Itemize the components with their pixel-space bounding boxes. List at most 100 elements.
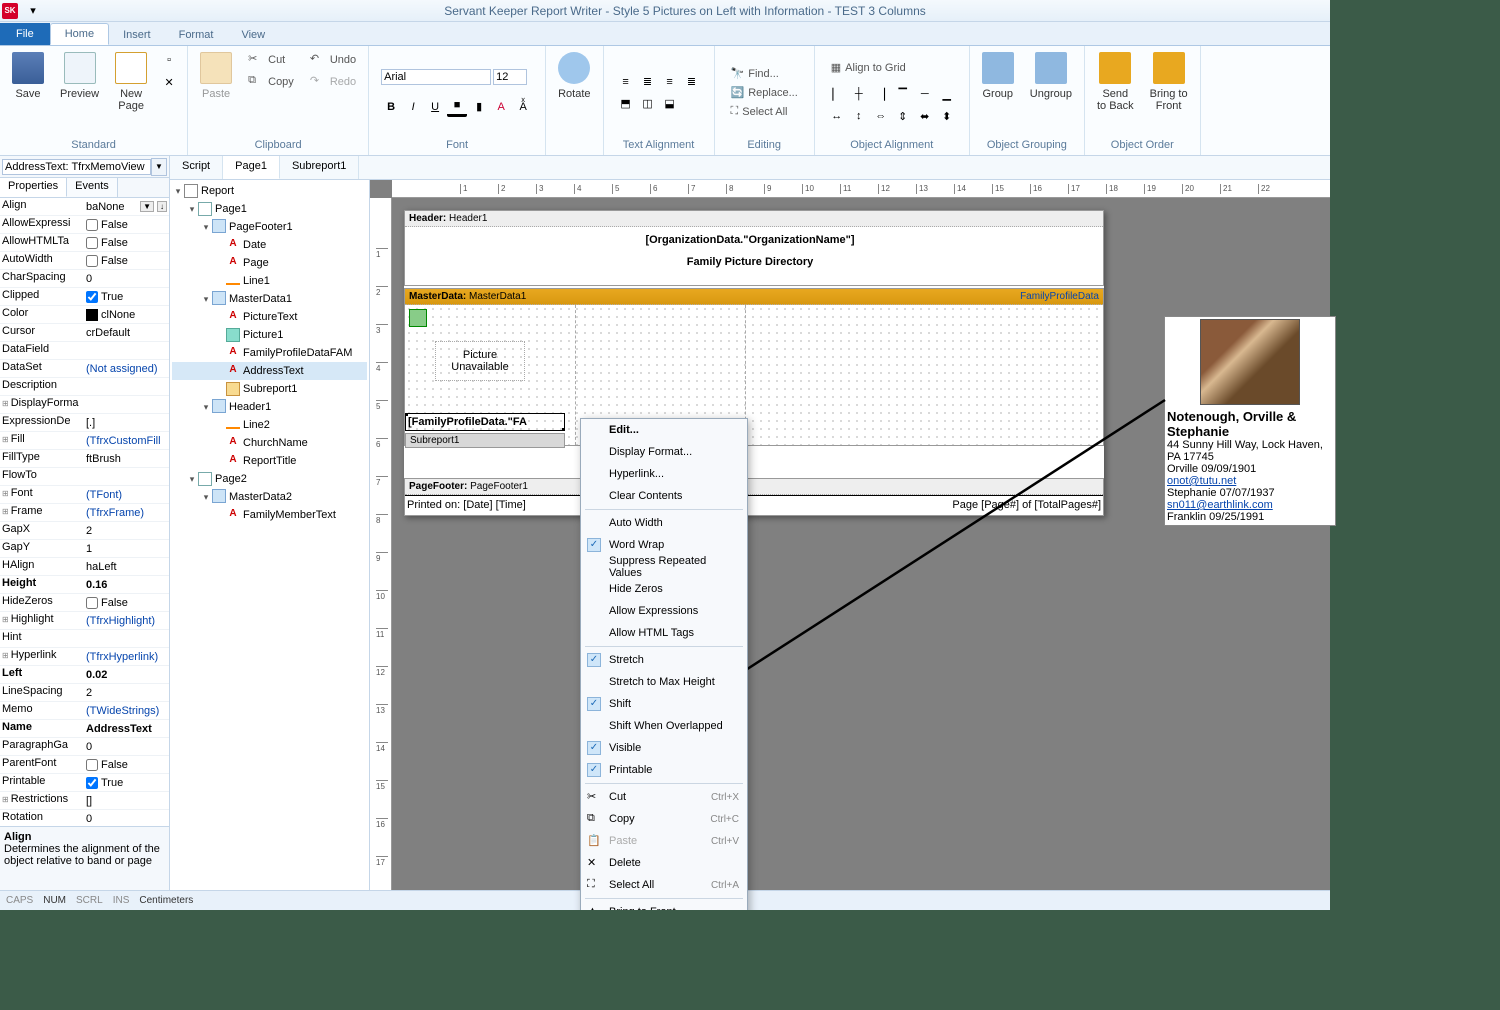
- report-tree[interactable]: ▾Report▾Page1▾PageFooter1ADateAPageLine1…: [170, 180, 370, 890]
- font-settings-button[interactable]: A: [491, 97, 511, 117]
- property-row[interactable]: AllowExpressiFalse: [0, 216, 169, 234]
- align-center-icon[interactable]: ≣: [638, 72, 658, 92]
- space-h-icon[interactable]: ↔: [827, 106, 847, 126]
- tree-node[interactable]: AFamilyMemberText: [172, 506, 367, 524]
- property-row[interactable]: Height0.16: [0, 576, 169, 594]
- menu-item[interactable]: Allow Expressions: [581, 600, 747, 622]
- highlight-button[interactable]: ▮: [469, 97, 489, 117]
- delete-page-icon[interactable]: ✕: [159, 72, 179, 92]
- clear-format-button[interactable]: Aͯ: [513, 97, 533, 117]
- bring-to-front-button[interactable]: Bring to Front: [1142, 48, 1196, 116]
- report-title-field[interactable]: Family Picture Directory: [465, 251, 1035, 273]
- printed-on-field[interactable]: Printed on: [Date] [Time]: [407, 496, 607, 514]
- menu-item[interactable]: Display Format...: [581, 441, 747, 463]
- paste-button[interactable]: Paste: [192, 48, 240, 104]
- new-dialog-icon[interactable]: ▫: [159, 50, 179, 70]
- align-right-icon[interactable]: ≡: [660, 72, 680, 92]
- subreport-field[interactable]: Subreport1: [405, 433, 565, 448]
- tree-node[interactable]: ADate: [172, 236, 367, 254]
- same-height-icon[interactable]: ⬍: [937, 106, 957, 126]
- property-row[interactable]: FillTypeftBrush: [0, 450, 169, 468]
- tree-node[interactable]: ▾Header1: [172, 398, 367, 416]
- menu-item[interactable]: Hide Zeros: [581, 578, 747, 600]
- tab-page1[interactable]: Page1: [223, 156, 280, 179]
- object-selector-dropdown-icon[interactable]: ▼: [151, 158, 167, 176]
- properties-tab[interactable]: Properties: [0, 178, 67, 197]
- menu-item[interactable]: ✂CutCtrl+X: [581, 786, 747, 808]
- property-row[interactable]: ExpressionDe[.]: [0, 414, 169, 432]
- design-canvas[interactable]: 12345678910111213141516171819202122 1234…: [370, 180, 1330, 890]
- preview-button[interactable]: Preview: [52, 48, 107, 104]
- align-obj-center-icon[interactable]: ┼: [849, 84, 869, 104]
- select-all-button[interactable]: ⛶Select All: [727, 103, 792, 120]
- tree-node[interactable]: Picture1: [172, 326, 367, 344]
- tab-home[interactable]: Home: [50, 23, 109, 45]
- space-v-icon[interactable]: ↕: [849, 106, 869, 126]
- tree-node[interactable]: APictureText: [172, 308, 367, 326]
- property-row[interactable]: ParentFontFalse: [0, 756, 169, 774]
- property-row[interactable]: CharSpacing0: [0, 270, 169, 288]
- property-row[interactable]: GapX2: [0, 522, 169, 540]
- property-row[interactable]: Left0.02: [0, 666, 169, 684]
- tree-node[interactable]: Line1: [172, 272, 367, 290]
- menu-item[interactable]: Shift When Overlapped: [581, 715, 747, 737]
- bold-button[interactable]: B: [381, 97, 401, 117]
- tab-insert[interactable]: Insert: [109, 25, 165, 45]
- property-row[interactable]: PrintableTrue: [0, 774, 169, 792]
- header-band[interactable]: Header: Header1 [OrganizationData."Organ…: [404, 210, 1104, 286]
- property-row[interactable]: DataField: [0, 342, 169, 360]
- center-h-icon[interactable]: ⇔: [871, 106, 891, 126]
- underline-button[interactable]: U: [425, 97, 445, 117]
- tab-file[interactable]: File: [0, 23, 50, 45]
- property-row[interactable]: ColorclNone: [0, 306, 169, 324]
- valign-middle-icon[interactable]: ◫: [638, 94, 658, 114]
- menu-item[interactable]: ✕Delete: [581, 852, 747, 874]
- group-button[interactable]: Group: [974, 48, 1022, 104]
- align-obj-top-icon[interactable]: ▔: [893, 84, 913, 104]
- property-row[interactable]: Restrictions[]: [0, 792, 169, 810]
- menu-item[interactable]: Allow HTML Tags: [581, 622, 747, 644]
- tree-node[interactable]: Line2: [172, 416, 367, 434]
- menu-item[interactable]: ⛶Select AllCtrl+A: [581, 874, 747, 896]
- picture-field[interactable]: [409, 309, 427, 327]
- menu-item[interactable]: ⧉CopyCtrl+C: [581, 808, 747, 830]
- property-row[interactable]: ParagraphGa0: [0, 738, 169, 756]
- events-tab[interactable]: Events: [67, 178, 118, 197]
- copy-button[interactable]: ⧉Copy: [244, 72, 298, 92]
- menu-item[interactable]: ✓Printable: [581, 759, 747, 781]
- menu-item[interactable]: ▲Bring to Front: [581, 901, 747, 910]
- property-row[interactable]: Rotation0: [0, 810, 169, 826]
- tree-node[interactable]: ▾PageFooter1: [172, 218, 367, 236]
- page-number-field[interactable]: Page [Page#] of [TotalPages#]: [901, 496, 1101, 514]
- tree-node[interactable]: AFamilyProfileDataFAM: [172, 344, 367, 362]
- property-row[interactable]: GapY1: [0, 540, 169, 558]
- tab-format[interactable]: Format: [165, 25, 228, 45]
- property-row[interactable]: CursorcrDefault: [0, 324, 169, 342]
- tree-node[interactable]: AAddressText: [172, 362, 367, 380]
- picture-unavailable-text[interactable]: Picture Unavailable: [435, 341, 525, 381]
- tab-script[interactable]: Script: [170, 156, 223, 179]
- font-color-button[interactable]: ■: [447, 97, 467, 117]
- send-to-back-button[interactable]: Send to Back: [1089, 48, 1142, 116]
- property-row[interactable]: Frame(TfrxFrame): [0, 504, 169, 522]
- property-row[interactable]: AutoWidthFalse: [0, 252, 169, 270]
- property-row[interactable]: FlowTo: [0, 468, 169, 486]
- menu-item[interactable]: ✓Shift: [581, 693, 747, 715]
- replace-button[interactable]: 🔄Replace...: [727, 84, 802, 101]
- redo-button[interactable]: ↷Redo: [306, 72, 360, 92]
- menu-item[interactable]: Stretch to Max Height: [581, 671, 747, 693]
- property-row[interactable]: AllowHTMLTaFalse: [0, 234, 169, 252]
- address-text-field[interactable]: [FamilyProfileData."FA: [405, 413, 565, 431]
- menu-item[interactable]: ✓Stretch: [581, 649, 747, 671]
- valign-bottom-icon[interactable]: ⬓: [660, 94, 680, 114]
- menu-item[interactable]: Hyperlink...: [581, 463, 747, 485]
- object-selector-combo[interactable]: [2, 159, 151, 175]
- tree-node[interactable]: ▾Report: [172, 182, 367, 200]
- pagefooter-band[interactable]: PageFooter: PageFooter1 Printed on: [Dat…: [404, 478, 1104, 516]
- center-v-icon[interactable]: ⇕: [893, 106, 913, 126]
- menu-item[interactable]: Auto Width: [581, 512, 747, 534]
- tab-subreport1[interactable]: Subreport1: [280, 156, 359, 179]
- find-button[interactable]: 🔭Find...: [727, 65, 783, 82]
- tree-node[interactable]: ▾Page1: [172, 200, 367, 218]
- align-obj-right-icon[interactable]: ▕: [871, 84, 891, 104]
